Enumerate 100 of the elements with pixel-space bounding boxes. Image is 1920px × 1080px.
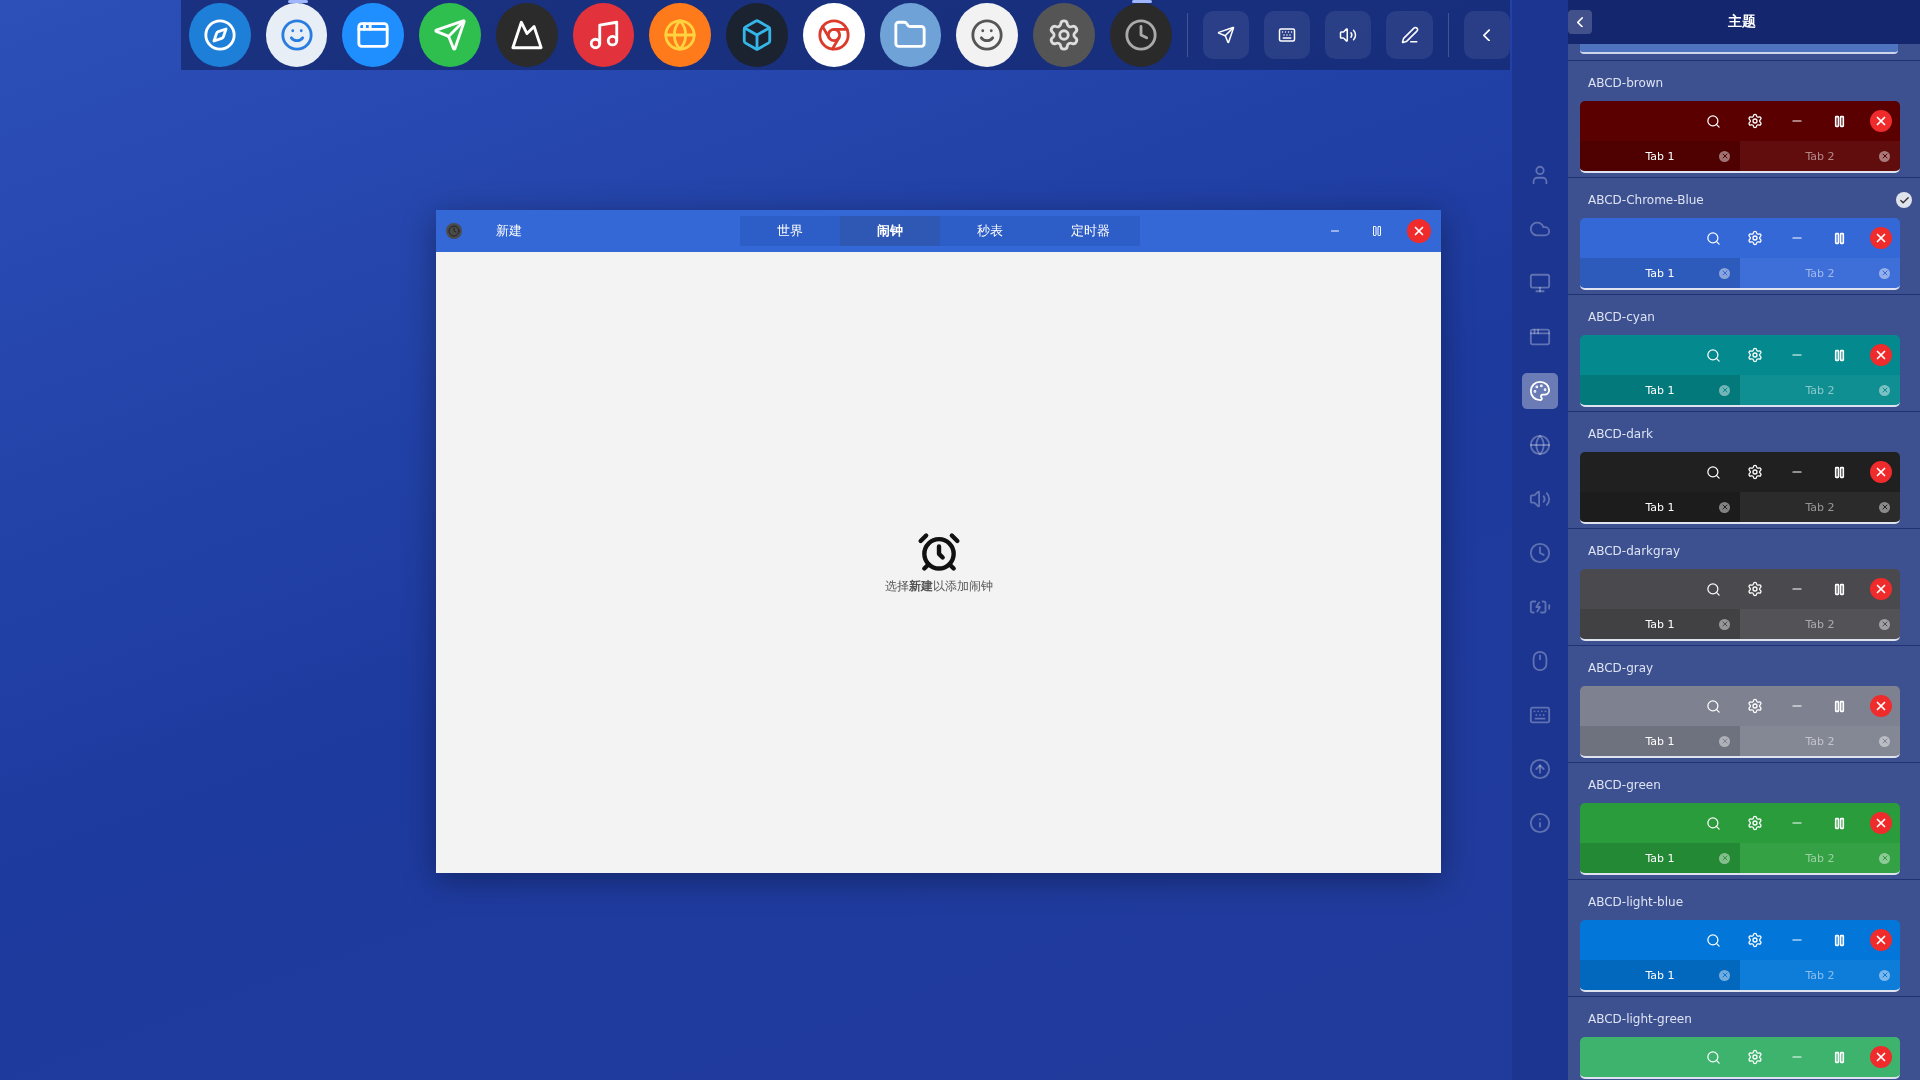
- pause-icon: [1832, 1050, 1846, 1064]
- preview-tab: Tab 2: [1740, 960, 1900, 990]
- preview-tab: Tab 2: [1740, 492, 1900, 522]
- tab[interactable]: 闹钟: [840, 216, 940, 246]
- chevron-left-icon: [1577, 16, 1583, 28]
- tray-button[interactable]: [1325, 11, 1372, 59]
- gear-icon: [1747, 464, 1763, 480]
- theme-preview[interactable]: Tab 1 Tab 2: [1580, 218, 1900, 290]
- theme-preview[interactable]: Tab 1 Tab 2: [1580, 569, 1900, 641]
- monitor-icon: [1529, 272, 1551, 294]
- close-icon: [1870, 578, 1892, 600]
- clock-icon: [446, 223, 462, 239]
- close-button[interactable]: [1407, 219, 1431, 243]
- theme-name: ABCD-cyan: [1588, 310, 1655, 324]
- gear-icon: [1747, 581, 1763, 597]
- close-icon: [1870, 461, 1892, 483]
- theme-name: ABCD-light-green: [1588, 1012, 1692, 1026]
- app-launcher-button[interactable]: [726, 3, 788, 67]
- preview-tab: Tab 1: [1580, 258, 1740, 288]
- pause-icon: [1371, 225, 1383, 237]
- theme-name: ABCD-dark: [1588, 427, 1654, 441]
- preview-tab: Tab 1: [1580, 492, 1740, 522]
- gear-icon: [1747, 1049, 1763, 1065]
- close-icon: [1870, 1046, 1892, 1068]
- close-icon: [1870, 695, 1892, 717]
- pause-icon: [1832, 933, 1846, 947]
- search-icon: [1705, 815, 1721, 831]
- empty-message: 选择新建以添加闹钟: [884, 578, 993, 595]
- tray-button[interactable]: [1386, 11, 1433, 59]
- theme-name: ABCD-Chrome-Blue: [1588, 193, 1704, 207]
- keyboard-icon: [1529, 704, 1551, 726]
- theme-name: ABCD-light-blue: [1588, 895, 1684, 909]
- preview-tab: Tab 1: [1580, 141, 1740, 171]
- pause-icon: [1832, 348, 1846, 362]
- smiley-face-icon: [279, 18, 314, 52]
- alarm-clock-icon: [916, 530, 961, 574]
- theme-name: ABCD-gray: [1588, 661, 1654, 675]
- speaker-icon: [1529, 488, 1551, 510]
- paper-plane-icon: [1216, 26, 1235, 44]
- app-launcher-button[interactable]: [419, 3, 481, 67]
- preview-tab: Tab 1: [1580, 726, 1740, 756]
- search-icon: [1705, 932, 1721, 948]
- gear-icon: [1747, 932, 1763, 948]
- search-icon: [1705, 347, 1721, 363]
- gear-icon: [1747, 698, 1763, 714]
- clock-icon: [1529, 542, 1551, 564]
- mountain-icon: [509, 18, 544, 52]
- back-button[interactable]: [1568, 10, 1592, 34]
- theme-preview[interactable]: Tab 1 Tab 2: [1580, 452, 1900, 524]
- close-icon: [1870, 929, 1892, 951]
- tab[interactable]: 定时器: [1040, 216, 1140, 246]
- gear-icon: [1747, 815, 1763, 831]
- theme-name: ABCD-green: [1588, 778, 1661, 792]
- tab-close-icon: [1879, 267, 1890, 279]
- theme-preview[interactable]: Tab 1 Tab 2: [1580, 686, 1900, 758]
- tab-close-icon: [1879, 735, 1890, 747]
- new-button[interactable]: 新建: [492, 218, 526, 244]
- settings-category-button[interactable]: [1522, 373, 1558, 409]
- preview-tab: Tab 2: [1740, 609, 1900, 639]
- theme-preview[interactable]: Tab 1 Tab 2: [1580, 803, 1900, 875]
- search-icon: [1705, 581, 1721, 597]
- chevron-left-icon: [1483, 28, 1491, 42]
- theme-preview[interactable]: Tab 1 Tab 2: [1580, 920, 1900, 992]
- theme-preview[interactable]: [1580, 1037, 1900, 1079]
- pause-icon: [1832, 231, 1846, 245]
- preview-tab: Tab 1: [1580, 843, 1740, 873]
- theme-name: ABCD-darkgray: [1588, 544, 1681, 558]
- tab[interactable]: 秒表: [940, 216, 1040, 246]
- gear-icon: [1747, 230, 1763, 246]
- preview-tab: Tab 2: [1740, 141, 1900, 171]
- preview-tab: Tab 2: [1740, 375, 1900, 405]
- search-icon: [1705, 113, 1721, 129]
- theme-preview[interactable]: Tab 1 Tab 2: [1580, 335, 1900, 407]
- tray-button[interactable]: [1263, 11, 1311, 59]
- tab-close-icon: [1879, 384, 1890, 396]
- app-launcher-button[interactable]: [189, 3, 251, 67]
- tab-close-icon: [1879, 150, 1890, 162]
- close-icon: [1870, 110, 1892, 132]
- preview-tab: Tab 2: [1740, 258, 1900, 288]
- tab-close-icon: [1719, 735, 1730, 747]
- panel-title: 主题: [1728, 13, 1756, 31]
- close-icon: [1412, 224, 1426, 238]
- search-icon: [1705, 230, 1721, 246]
- tray-button[interactable]: [1202, 11, 1249, 59]
- gear-icon: [1747, 113, 1763, 129]
- paper-plane-icon: [433, 18, 468, 52]
- browser-icon: [816, 18, 851, 52]
- preview-tab: Tab 2: [1740, 726, 1900, 756]
- theme-name: ABCD-brown: [1588, 76, 1664, 90]
- pen-icon: [1400, 26, 1419, 44]
- search-icon: [1705, 1049, 1721, 1065]
- tab-close-icon: [1719, 969, 1730, 981]
- preview-tab: Tab 1: [1580, 375, 1740, 405]
- clock-icon: [1123, 18, 1158, 52]
- pause-icon: [1832, 114, 1846, 128]
- keyboard-icon: [1277, 26, 1296, 44]
- tab[interactable]: 世界: [740, 216, 840, 246]
- tab-close-icon: [1879, 618, 1890, 630]
- theme-preview[interactable]: Tab 1 Tab 2: [1580, 101, 1900, 173]
- tab-close-icon: [1719, 150, 1730, 162]
